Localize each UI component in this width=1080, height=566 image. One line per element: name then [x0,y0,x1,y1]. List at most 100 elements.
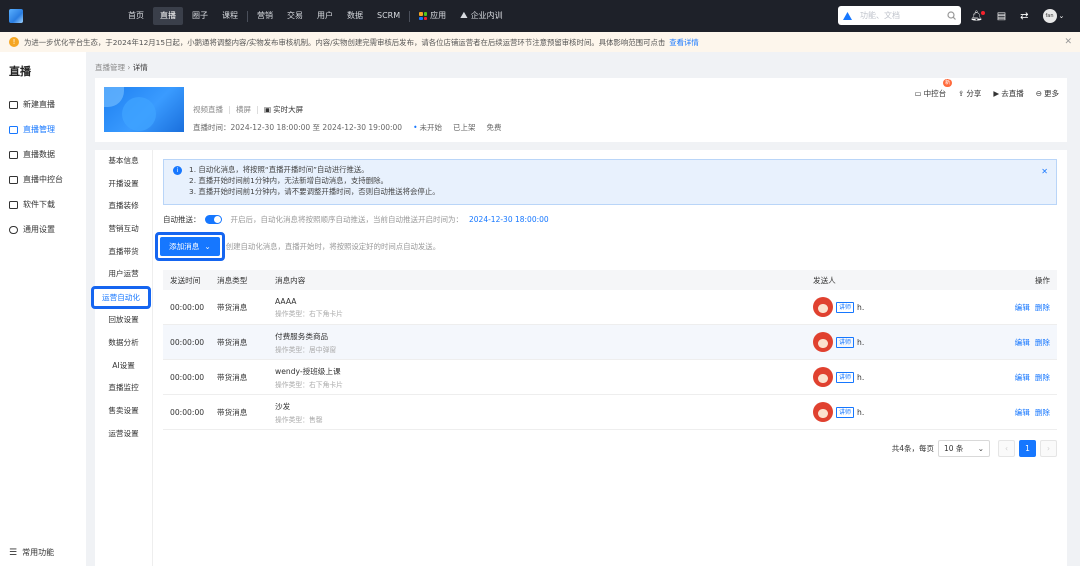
col-send-time: 发送时间 [170,275,201,285]
nav-circle[interactable]: 圈子 [185,0,215,32]
avatar [813,367,833,387]
subnav-analytics[interactable]: 数据分析 [95,332,152,355]
edit-link[interactable]: 编辑 [1015,338,1030,347]
nav-home[interactable]: 首页 [121,0,151,32]
nav-scrm[interactable]: SCRM [370,0,407,32]
auto-push-label: 自动推送： [163,215,201,224]
add-message-row: 添加消息 ⌄ 创建自动化消息，直播开始时，将按照设定好的时间点自动发送。 [155,232,440,261]
search-icon[interactable] [947,11,956,20]
live-time-row: 直播时间：2024-12-30 18:00:00 至 2024-12-30 19… [193,122,502,133]
meta-divider [257,105,258,114]
delete-link[interactable]: 删除 [1035,303,1050,312]
subnav-basic-info[interactable]: 基本信息 [95,150,152,173]
user-menu[interactable]: fan ⌄ [1042,9,1065,23]
breadcrumb-parent[interactable]: 直播管理 [95,63,125,72]
notice-detail-link[interactable]: 查看详情 [669,37,699,48]
message-icon[interactable]: ▤ [997,11,1006,22]
auto-push-toggle[interactable] [204,215,222,224]
subnav-monitor[interactable]: 直播监控 [95,377,152,400]
close-icon[interactable]: ✕ [1064,37,1072,47]
subnav-replay[interactable]: 回放设置 [95,309,152,332]
nav-live[interactable]: 直播 [153,7,183,25]
info-line: 2. 直播开始时间前1分钟内，无法新增自动消息，支持删除。 [189,176,388,185]
chevron-down-icon: ⌄ [1058,12,1065,20]
nav-course[interactable]: 课程 [215,0,245,32]
cell-time: 00:00:00 [170,372,205,382]
cell-sender: 讲师 h. [813,332,1003,352]
info-line: 3. 直播开始时间前1分钟内，请不要调整开播时间，否则自动推送将会停止。 [189,187,440,196]
sender-name: h. [857,407,865,417]
main-nav: 首页 直播 圈子 课程 营销 交易 用户 数据 SCRM 应用 ⛰ 企业内训 [121,0,510,32]
info-alert: i 1. 自动化消息，将按照“直播开播时间”自动进行推送。 2. 直播开始时间前… [163,159,1057,205]
search-box[interactable]: 功能、文档 [838,6,961,25]
sidebar-item-new-live[interactable]: 新建直播 [0,92,86,117]
message-title: AAAA [275,296,297,306]
sidebar-item-live-manage[interactable]: 直播管理 [0,117,86,142]
cell-actions: 编辑 删除 [1003,337,1057,348]
nav-marketing[interactable]: 营销 [250,0,280,32]
control-center-button[interactable]: ▭ 中控台 新 [915,79,953,99]
avatar [813,332,833,352]
sidebar-item-control-center[interactable]: 直播中控台 [0,167,86,192]
subnav-automation[interactable]: 运营自动化 [91,286,151,310]
live-data-icon [9,150,18,159]
message-op-type: 操作类型：右下角卡片 [275,309,343,318]
col-message-content: 消息内容 [275,275,306,285]
sidebar-item-live-data[interactable]: 直播数据 [0,142,86,167]
close-icon[interactable]: ✕ [1041,166,1048,177]
cell-time: 00:00:00 [170,407,205,417]
subnav-ai[interactable]: AI设置 [95,355,152,378]
switch-icon[interactable]: ⇄ [1020,11,1028,22]
message-op-type: 操作类型：右下角卡片 [275,380,343,389]
sidebar-item-settings[interactable]: 通用设置 [0,217,86,242]
subnav-sale-settings[interactable]: 售卖设置 [95,400,152,423]
more-button[interactable]: ⊖ 更多 [1036,88,1059,99]
subnav-decoration[interactable]: 直播装修 [95,195,152,218]
nav-apps[interactable]: 应用 [412,0,453,32]
more-icon: ⊖ [1035,89,1042,98]
sidebar-item-label: 新建直播 [23,100,55,109]
download-icon [9,200,18,209]
page-size-select[interactable]: 10 条 ⌄ [938,440,990,457]
delete-link[interactable]: 删除 [1035,373,1050,382]
add-message-button[interactable]: 添加消息 ⌄ [160,237,220,256]
subnav-user-ops[interactable]: 用户运营 [95,263,152,286]
edit-link[interactable]: 编辑 [1015,373,1030,382]
subnav-ops-settings[interactable]: 运营设置 [95,423,152,446]
nav-users[interactable]: 用户 [310,0,340,32]
live-cover-image [104,87,184,132]
delete-link[interactable]: 删除 [1035,338,1050,347]
sidebar-item-label: 直播管理 [23,125,55,134]
share-button[interactable]: ⇪ 分享 [958,88,981,99]
sidebar-item-download[interactable]: 软件下载 [0,192,86,217]
new-badge: 新 [943,79,953,87]
bell-icon[interactable]: 🔔︎ [970,10,985,22]
sidebar-item-label: 直播中控台 [23,175,63,184]
more-label: 更多 [1044,89,1059,98]
edit-link[interactable]: 编辑 [1015,408,1030,417]
notice-bar: ! 为进一步优化平台生态，于2024年12月15日起，小鹅通将调整内容/实物发布… [0,32,1080,52]
next-page-button[interactable]: › [1040,440,1057,457]
go-live-button[interactable]: ▶ 去直播 [993,88,1023,99]
realtime-screen-link[interactable]: ▣ 实时大屏 [264,104,303,115]
edit-link[interactable]: 编辑 [1015,303,1030,312]
sidebar-common-functions[interactable]: ☰ 常用功能 [9,547,54,558]
nav-trade[interactable]: 交易 [280,0,310,32]
search-input[interactable]: 功能、文档 [860,10,947,21]
subnav-marketing[interactable]: 营销互动 [95,218,152,241]
nav-enterprise[interactable]: ⛰ 企业内训 [453,0,510,32]
subnav-selling[interactable]: 直播带货 [95,241,152,264]
app-logo[interactable] [9,9,23,23]
prev-page-button[interactable]: ‹ [998,440,1015,457]
go-live-label: 去直播 [1001,89,1024,98]
page-number[interactable]: 1 [1019,440,1036,457]
nav-data[interactable]: 数据 [340,0,370,32]
live-meta: 视频直播 横屏 ▣ 实时大屏 [193,104,303,115]
subnav-start-settings[interactable]: 开播设置 [95,173,152,196]
sidebar-item-label: 通用设置 [23,225,55,234]
role-tag: 讲师 [836,301,855,313]
cell-type: 带货消息 [217,407,248,417]
cell-actions: 编辑 删除 [1003,372,1057,383]
nav-enterprise-label: 企业内训 [470,11,503,20]
delete-link[interactable]: 删除 [1035,408,1050,417]
